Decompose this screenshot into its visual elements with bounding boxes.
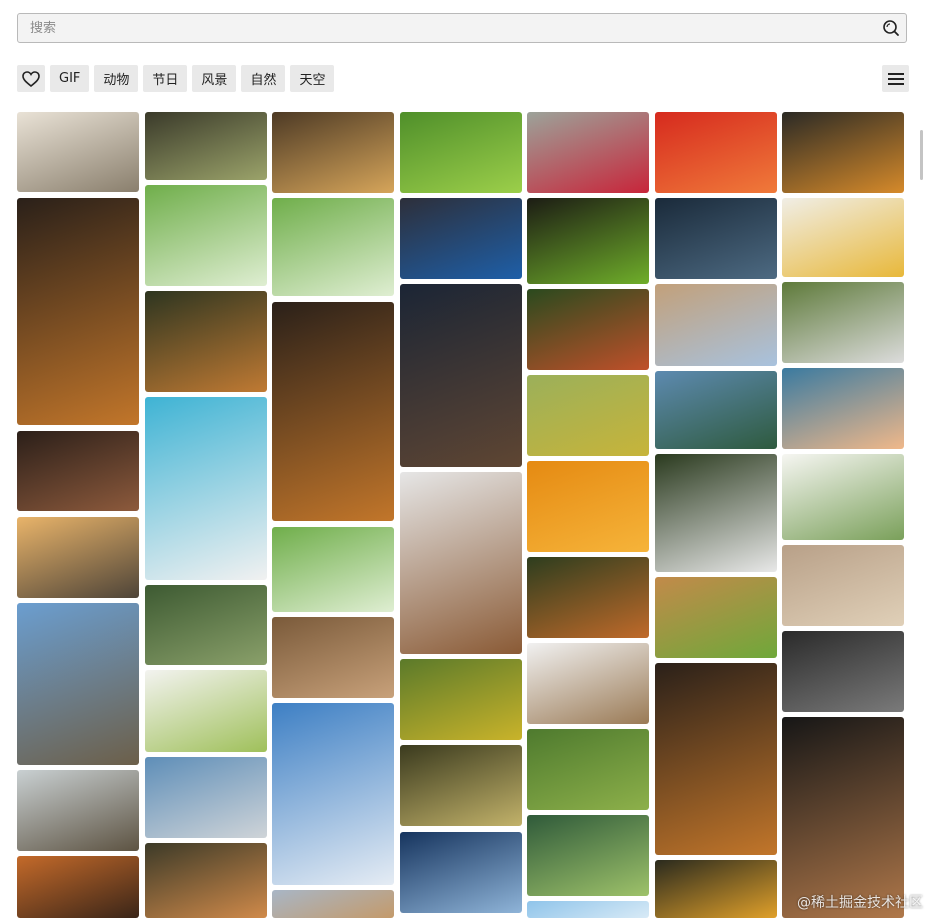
search-button[interactable] — [880, 17, 902, 39]
tag-gif[interactable]: GIF — [50, 65, 90, 92]
image-tile-mushrooms-forest[interactable] — [145, 843, 267, 918]
scrollbar-thumb[interactable] — [920, 130, 923, 180]
search-input[interactable] — [18, 14, 890, 42]
tag-nature[interactable]: 自然 — [241, 65, 286, 92]
hamburger-menu-icon — [887, 72, 904, 85]
image-tile-owl-on-branch[interactable] — [272, 527, 394, 612]
favorites-button[interactable] — [17, 65, 45, 92]
image-tile-heart-shaped-road-aerial[interactable] — [272, 112, 394, 193]
image-tile-duck-standing[interactable] — [527, 643, 649, 724]
image-tile-minimal-art-drawing[interactable] — [782, 454, 904, 540]
image-tile-peacock[interactable] — [400, 198, 522, 279]
image-tile-graffiti-tunnel[interactable] — [782, 631, 904, 712]
image-tile-cactus-plants[interactable] — [527, 815, 649, 896]
image-tile-sunset-clouds[interactable] — [17, 856, 139, 918]
image-tile-owl-on-branch[interactable] — [145, 185, 267, 286]
image-tile-dark-water-texture[interactable] — [655, 198, 777, 279]
image-tile-car-on-desert-road[interactable] — [17, 517, 139, 598]
image-tile-autumn-forest-path[interactable] — [400, 659, 522, 740]
image-tile-red-dahlia-flower[interactable] — [655, 112, 777, 193]
image-tile-golden-mountain-peaks[interactable] — [782, 112, 904, 193]
image-tile-child-in-pool-with-floats[interactable] — [145, 397, 267, 580]
image-tile-butterfly-green-background[interactable] — [527, 729, 649, 810]
image-tile-lake-mountain-reflection[interactable] — [655, 371, 777, 449]
image-tile-green-parrot[interactable] — [527, 198, 649, 284]
image-tile-rooster[interactable] — [527, 557, 649, 638]
image-tile-winding-river-aerial[interactable] — [400, 832, 522, 913]
image-tile-butterfly-on-flowers[interactable] — [655, 860, 777, 918]
image-tile-curved-road-overlook[interactable] — [145, 757, 267, 838]
image-tile-autumn-forest-road-aerial[interactable] — [272, 302, 394, 521]
image-tile-desert-horizon[interactable] — [272, 890, 394, 918]
image-tile-car-interior-dashboard[interactable] — [145, 112, 267, 180]
image-tile-bar-shelves-bottles[interactable] — [17, 431, 139, 511]
image-tile-sky-above-clouds[interactable] — [272, 703, 394, 885]
image-tile-red-canyon-beach[interactable] — [782, 545, 904, 626]
image-tile-autumn-forest-road-aerial[interactable] — [17, 198, 139, 425]
heart-icon — [22, 70, 40, 87]
image-tile-valley-river-sunset[interactable] — [782, 368, 904, 449]
image-tile-cutting-fruit[interactable] — [145, 670, 267, 752]
search-icon — [883, 20, 899, 36]
image-tile-sky-blue[interactable] — [527, 901, 649, 918]
image-tile-kingfisher-bird[interactable] — [145, 585, 267, 665]
tag-festivals[interactable]: 节日 — [143, 65, 188, 92]
watermark: @稀土掘金技术社区 — [797, 895, 923, 911]
image-tile-panda-eating-bamboo[interactable] — [655, 454, 777, 572]
image-tile-owl-on-branch[interactable] — [272, 198, 394, 296]
scrollbar[interactable] — [918, 108, 927, 918]
tag-animals[interactable]: 动物 — [94, 65, 139, 92]
image-tile-tiger-swimming[interactable] — [145, 291, 267, 392]
image-tile-autumn-forest-road-aerial[interactable] — [655, 663, 777, 855]
image-tile-car-in-desert-canyon[interactable] — [655, 284, 777, 366]
search-bar — [17, 13, 907, 43]
image-tile-yellow-bird-on-branch[interactable] — [400, 745, 522, 826]
image-tile-small-bird-on-plant[interactable] — [527, 375, 649, 456]
image-tile-canyon-silhouette-night[interactable] — [400, 284, 522, 467]
image-tile-giraffe-closeup[interactable] — [655, 577, 777, 658]
image-tile-latte-art-pour[interactable] — [782, 717, 904, 918]
image-tile-red-leaf[interactable] — [527, 112, 649, 193]
image-tile-animal-fur-closeup[interactable] — [272, 617, 394, 698]
menu-button[interactable] — [882, 65, 909, 92]
image-tile-red-panda-in-tree[interactable] — [527, 289, 649, 370]
image-tile-horse-in-snow[interactable] — [400, 472, 522, 654]
image-tile-yellow-rose-with-book[interactable] — [782, 198, 904, 277]
tag-scenery[interactable]: 风景 — [192, 65, 237, 92]
image-tile-waterfall-rocks[interactable] — [782, 282, 904, 363]
image-tile-trail-sign-mountains[interactable] — [17, 603, 139, 765]
image-tile-winding-road-with-trees[interactable] — [17, 112, 139, 192]
image-tile-rice-terraces[interactable] — [400, 112, 522, 193]
tag-sky[interactable]: 天空 — [290, 65, 335, 92]
image-tile-foggy-valley-landscape[interactable] — [17, 770, 139, 851]
tag-toolbar: GIF 动物 节日 风景 自然 天空 — [17, 65, 335, 92]
image-tile-oranges-pile[interactable] — [527, 461, 649, 552]
